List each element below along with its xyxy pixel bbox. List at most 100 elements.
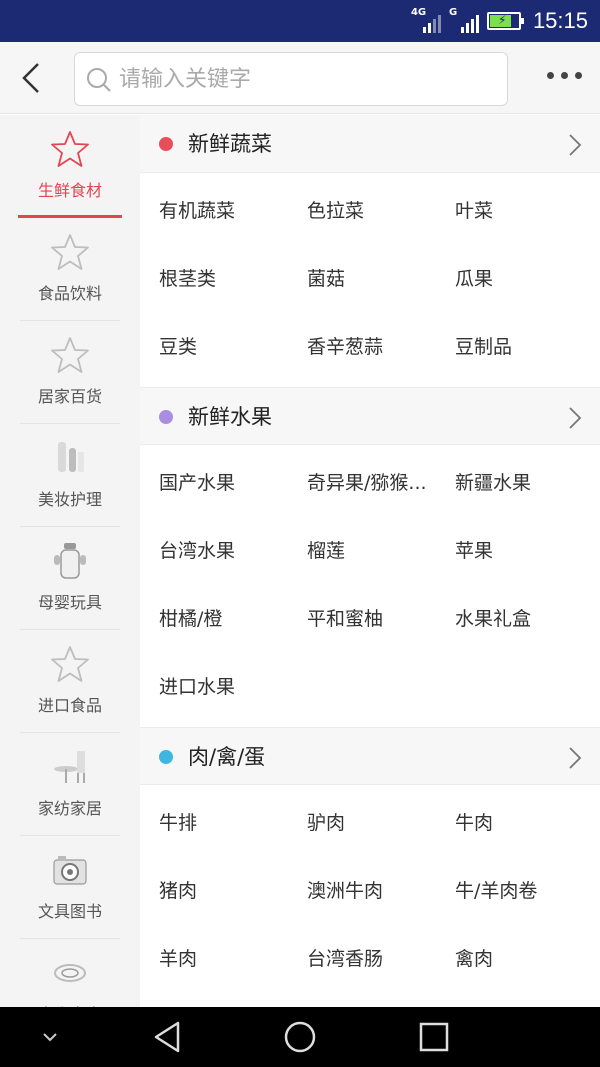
subcategory-link[interactable]: 瓜果 [436, 245, 584, 313]
sidebar-item-label: 居家百货 [37, 387, 102, 406]
subcategory-link[interactable]: 牛肉 [436, 789, 584, 857]
chevron-right-icon [569, 134, 582, 156]
sidebar-item[interactable]: 美妆护理 [0, 424, 140, 527]
subcategory-link[interactable]: 新疆水果 [436, 449, 584, 517]
subcategory-link[interactable]: 牛排 [140, 789, 288, 857]
star-outline-icon [50, 232, 90, 272]
subcategory-link[interactable]: 国产水果 [140, 449, 288, 517]
subcategory-link[interactable]: 菌菇 [288, 245, 436, 313]
sidebar-item-label: 美妆护理 [37, 490, 102, 509]
subcategory-link[interactable]: 豆制品 [436, 313, 584, 381]
subcategory-link[interactable]: 榴莲 [288, 517, 436, 585]
search-input[interactable] [119, 53, 499, 105]
charging-icon: ⚡ [497, 13, 507, 27]
chevron-left-icon [22, 63, 39, 93]
subcategory-grid: 牛排 驴肉 牛肉猪肉 澳洲牛肉 牛/羊肉卷羊肉 台湾香肠 禽肉 [140, 785, 600, 999]
star-outline-icon [50, 129, 90, 169]
section-title: 新鲜蔬菜 [188, 132, 272, 156]
search-icon [87, 68, 111, 92]
subcategory-link[interactable]: 水果礼盒 [436, 585, 584, 653]
subcategory-link[interactable]: 进口水果 [140, 653, 288, 721]
nav-back-button[interactable] [148, 1007, 188, 1067]
more-dot-icon [547, 72, 554, 79]
sidebar-item-frame: 居家百货 [20, 321, 120, 424]
subcategory-link[interactable]: 台湾香肠 [288, 925, 436, 993]
battery-icon: ⚡ [486, 12, 524, 30]
section-header[interactable]: 新鲜水果 [140, 387, 600, 445]
sidebar-item-label: 食品饮料 [37, 284, 102, 303]
subcategory-link[interactable]: 根茎类 [140, 245, 288, 313]
subcategory-link[interactable]: 豆类 [140, 313, 288, 381]
system-nav-bar [0, 1007, 600, 1067]
nav-home-button[interactable] [280, 1007, 320, 1067]
sidebar-item-label: 家纺家居 [37, 799, 102, 818]
section-title: 肉/禽/蛋 [188, 745, 266, 769]
baby-bottle-icon [50, 541, 90, 581]
top-header [0, 42, 600, 114]
section-dot-icon [159, 137, 173, 151]
subcategory-link[interactable]: 奇异果/猕猴... [288, 449, 436, 517]
sidebar-item-frame: 生鲜食材 [18, 115, 122, 218]
status-bar: 4G G ⚡ 15:15 [0, 0, 600, 42]
square-recents-icon [419, 1022, 449, 1052]
sidebar-item[interactable]: 进口食品 [0, 630, 140, 733]
star-outline-icon [50, 335, 90, 375]
triangle-back-icon [154, 1021, 180, 1053]
more-dot-icon [575, 72, 582, 79]
subcategory-grid: 有机蔬菜 色拉菜 叶菜根茎类 菌菇 瓜果豆类 香辛葱蒜 豆制品 [140, 173, 600, 387]
sidebar-item-label: 母婴玩具 [37, 593, 102, 612]
subcategory-link[interactable]: 平和蜜柚 [288, 585, 436, 653]
subcategory-link[interactable]: 苹果 [436, 517, 584, 585]
subcategory-link[interactable]: 台湾水果 [140, 517, 288, 585]
appliance-icon [50, 953, 90, 993]
status-time: 15:15 [532, 8, 588, 33]
subcategory-link[interactable]: 有机蔬菜 [140, 177, 288, 245]
sidebar-item-label: 文具图书 [37, 902, 102, 921]
furniture-icon [50, 747, 90, 787]
sidebar-item-label: 进口食品 [37, 696, 102, 715]
section-header[interactable]: 肉/禽/蛋 [140, 727, 600, 785]
subcategory-link[interactable]: 柑橘/橙 [140, 585, 288, 653]
subcategory-link[interactable]: 驴肉 [288, 789, 436, 857]
search-box[interactable] [74, 52, 508, 106]
subcategory-link[interactable]: 牛/羊肉卷 [436, 857, 584, 925]
sidebar-item[interactable]: 生鲜食材 [0, 115, 140, 218]
section-header[interactable]: 新鲜蔬菜 [140, 115, 600, 173]
cosmetics-bottles-icon [50, 438, 90, 478]
signal-4g-icon: 4G [411, 7, 441, 33]
sidebar-item[interactable]: 家纺家居 [0, 733, 140, 836]
network-type-2: G [448, 7, 458, 18]
subcategory-link[interactable]: 羊肉 [140, 925, 288, 993]
sidebar-item-label: 生鲜食材 [37, 181, 102, 200]
sidebar-item-frame: 家纺家居 [20, 733, 120, 836]
back-button[interactable] [14, 58, 52, 98]
camera-icon [50, 850, 90, 890]
more-dot-icon [561, 72, 568, 79]
subcategory-link[interactable]: 叶菜 [436, 177, 584, 245]
subcategory-link[interactable]: 色拉菜 [288, 177, 436, 245]
subcategory-link[interactable]: 禽肉 [436, 925, 584, 993]
sidebar-item[interactable]: 食品饮料 [0, 218, 140, 321]
sidebar-item-frame: 美妆护理 [20, 424, 120, 527]
subcategory-link[interactable]: 猪肉 [140, 857, 288, 925]
chevron-right-icon [569, 747, 582, 769]
star-outline-icon [50, 644, 90, 684]
sidebar-item[interactable]: 母婴玩具 [0, 527, 140, 630]
sidebar-item[interactable]: 大小家电 [0, 939, 140, 1007]
signal-g-icon: G [448, 7, 479, 33]
sidebar-item-frame: 大小家电 [20, 939, 120, 1007]
subcategory-link[interactable]: 澳洲牛肉 [288, 857, 436, 925]
hide-nav-button[interactable] [30, 1007, 70, 1067]
sidebar-item-frame: 进口食品 [20, 630, 120, 733]
sidebar-item-frame: 母婴玩具 [20, 527, 120, 630]
sidebar-item[interactable]: 居家百货 [0, 321, 140, 424]
more-options-button[interactable] [547, 72, 582, 79]
subcategory-link[interactable]: 香辛葱蒜 [288, 313, 436, 381]
subcategory-grid: 国产水果 奇异果/猕猴... 新疆水果台湾水果 榴莲 苹果柑橘/橙 平和蜜柚 水果礼盒进口水… [140, 445, 600, 727]
subcategory-panel: 新鲜蔬菜有机蔬菜 色拉菜 叶菜根茎类 菌菇 瓜果豆类 香辛葱蒜 豆制品新鲜水果 国产水果 奇异果… [140, 115, 600, 1007]
sidebar-item[interactable]: 文具图书 [0, 836, 140, 939]
nav-recents-button[interactable] [414, 1007, 454, 1067]
section-dot-icon [159, 750, 173, 764]
sidebar-item-frame: 食品饮料 [20, 218, 120, 321]
chevron-right-icon [569, 407, 582, 429]
